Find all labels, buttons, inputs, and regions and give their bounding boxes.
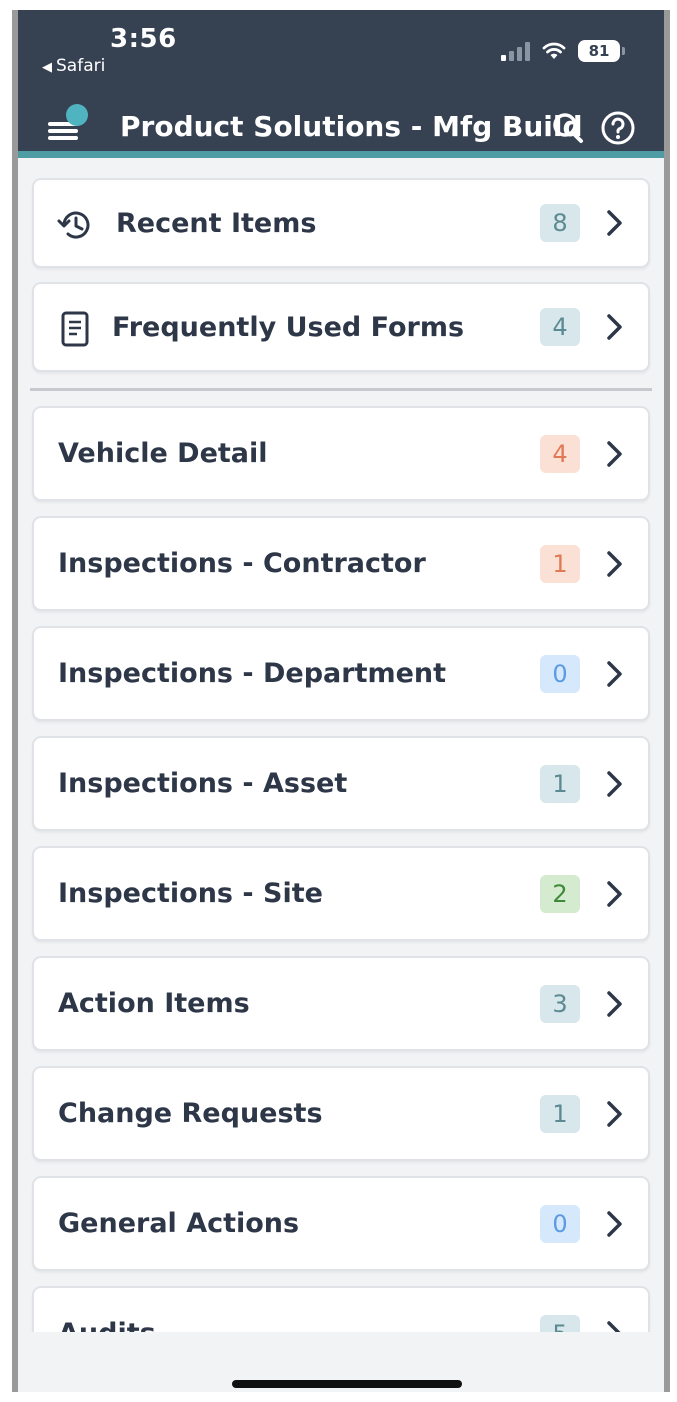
search-button[interactable]: [550, 110, 586, 146]
form-document-icon: [61, 311, 89, 347]
status-icons: 81: [501, 40, 625, 62]
chevron-right-icon: [607, 660, 622, 687]
list-item-label: Inspections - Contractor: [58, 548, 426, 579]
history-icon: [57, 211, 90, 239]
chevron-right-icon: [607, 440, 622, 467]
count-badge: 1: [540, 764, 580, 803]
list-item-recent-items[interactable]: Recent Items 8: [32, 178, 650, 268]
list-item-inspections-contractor[interactable]: Inspections - Contractor 1: [32, 516, 650, 611]
chevron-right-icon: [607, 990, 622, 1017]
list-item-inspections-department[interactable]: Inspections - Department 0: [32, 626, 650, 721]
list-item-vehicle-detail[interactable]: Vehicle Detail 4: [32, 406, 650, 501]
count-badge: 0: [540, 654, 580, 693]
notification-dot: [66, 104, 88, 126]
cellular-signal-icon: [501, 41, 530, 61]
chevron-right-icon: [607, 210, 622, 236]
back-app-label: Safari: [56, 56, 106, 76]
list-item-label: Action Items: [58, 988, 250, 1019]
count-badge: 4: [540, 308, 580, 346]
status-time: 3:56: [110, 24, 177, 54]
chevron-right-icon: [607, 550, 622, 577]
list-item-frequently-used-forms[interactable]: Frequently Used Forms 4: [32, 282, 650, 372]
menu-icon-bar: [48, 136, 78, 140]
list-item-label: Inspections - Site: [58, 878, 323, 909]
menu-icon-bar: [48, 129, 78, 133]
list-item-action-items[interactable]: Action Items 3: [32, 956, 650, 1051]
app-header: 3:56 ◀ Safari 81 Product Solutions - Mfg …: [18, 10, 664, 158]
list-item-inspections-site[interactable]: Inspections - Site 2: [32, 846, 650, 941]
count-badge: 1: [540, 544, 580, 583]
list-item-label: Inspections - Department: [58, 658, 447, 689]
list-item-change-requests[interactable]: Change Requests 1: [32, 1066, 650, 1161]
menu-button[interactable]: [48, 104, 88, 144]
list-item-label: Recent Items: [116, 207, 317, 239]
list-item-label: General Actions: [58, 1208, 300, 1239]
page-title: Product Solutions - Mfg Build: [120, 110, 583, 143]
help-button[interactable]: [600, 110, 636, 146]
wifi-icon: [542, 42, 566, 59]
count-badge: 3: [540, 984, 580, 1023]
count-badge: 0: [540, 1204, 580, 1243]
count-badge: 1: [540, 1094, 580, 1133]
list-item-general-actions[interactable]: General Actions 0: [32, 1176, 650, 1271]
back-to-safari[interactable]: ◀ Safari: [42, 56, 105, 76]
help-icon: [601, 111, 635, 145]
section-divider: [30, 388, 652, 391]
menu-list: Recent Items 8 Frequently Used Forms 4 V…: [30, 178, 652, 1392]
battery-icon: 81: [578, 40, 625, 62]
chevron-right-icon: [607, 1100, 622, 1127]
chevron-right-icon: [607, 770, 622, 797]
count-badge: 4: [540, 434, 580, 473]
home-indicator[interactable]: [232, 1380, 462, 1388]
count-badge: 2: [540, 874, 580, 913]
list-item-inspections-asset[interactable]: Inspections - Asset 1: [32, 736, 650, 831]
back-arrow-icon: ◀: [42, 60, 52, 75]
chevron-right-icon: [607, 314, 622, 340]
list-item-label: Frequently Used Forms: [112, 311, 465, 343]
list-item-label: Change Requests: [58, 1098, 323, 1129]
chevron-right-icon: [607, 1210, 622, 1237]
list-item-label: Inspections - Asset: [58, 768, 348, 799]
search-icon: [553, 113, 583, 143]
count-badge: 8: [540, 204, 580, 242]
list-item-label: Vehicle Detail: [58, 438, 268, 469]
phone-screen: 3:56 ◀ Safari 81 Product Solutions - Mfg …: [12, 10, 670, 1392]
chevron-right-icon: [607, 880, 622, 907]
